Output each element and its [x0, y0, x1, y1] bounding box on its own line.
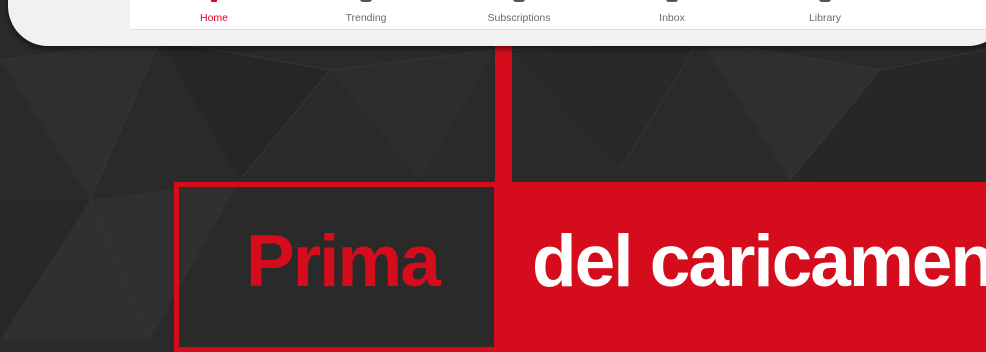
- nav-label-home: Home: [199, 12, 228, 24]
- inbox-icon: [666, 0, 678, 2]
- nav-item-inbox[interactable]: Inbox: [612, 0, 732, 29]
- nav-item-trending[interactable]: Trending: [306, 0, 426, 29]
- bottom-navigation-bar: Home Trending Subscriptions Inbox Librar…: [130, 0, 986, 30]
- home-icon: [211, 0, 217, 2]
- nav-label-subscriptions: Subscriptions: [487, 12, 551, 24]
- banner-text-caricamento: del caricamento: [532, 221, 986, 302]
- nav-item-library[interactable]: Library: [765, 0, 885, 29]
- nav-label-library: Library: [808, 12, 842, 24]
- subscriptions-icon: [513, 0, 525, 2]
- library-icon: [819, 0, 831, 2]
- nav-item-subscriptions[interactable]: Subscriptions: [459, 0, 579, 29]
- nav-label-trending: Trending: [345, 12, 387, 24]
- banner-connector: [495, 46, 512, 186]
- nav-item-home[interactable]: Home: [154, 0, 274, 29]
- nav-label-inbox: Inbox: [659, 12, 685, 24]
- banner-word-prima: Prima: [246, 221, 441, 302]
- trending-icon: [360, 0, 372, 2]
